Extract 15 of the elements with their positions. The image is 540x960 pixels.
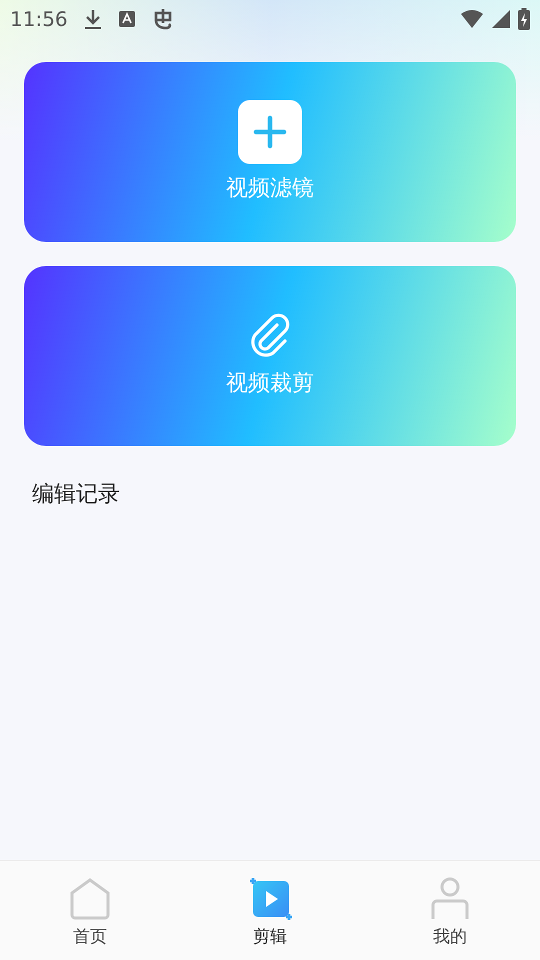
home-icon: [68, 877, 112, 921]
action-label: 视频裁剪: [226, 370, 314, 398]
battery-icon: [518, 8, 530, 30]
play-icon: [248, 877, 292, 921]
signal-icon: [492, 10, 510, 28]
nav-tab[interactable]: 首页: [68, 877, 112, 950]
nav-tab[interactable]: 剪辑: [248, 877, 292, 950]
nav-tab[interactable]: 我的: [428, 877, 472, 950]
wifi-icon: [460, 9, 484, 29]
keyboard-icon: [118, 10, 136, 28]
section-title: 编辑记录: [31, 481, 121, 509]
action-label: 视频滤镜: [226, 174, 314, 202]
status-time: 11:56: [10, 6, 68, 33]
download-icon: [84, 8, 102, 30]
plus-icon: [238, 100, 302, 164]
